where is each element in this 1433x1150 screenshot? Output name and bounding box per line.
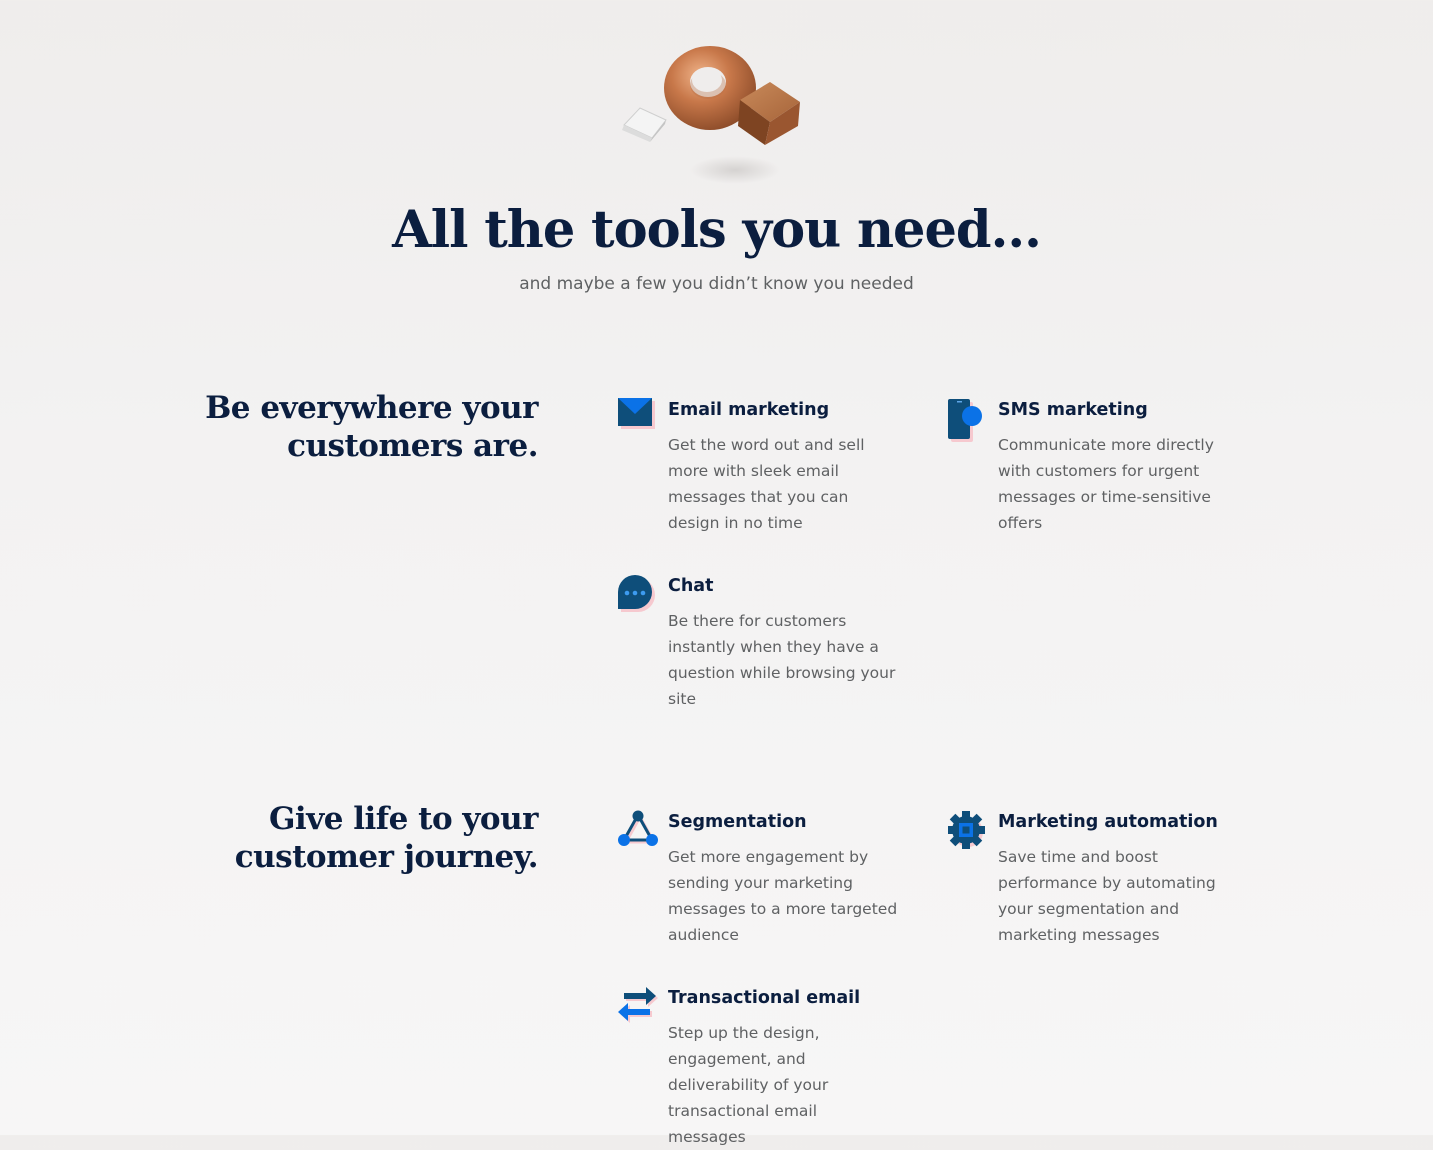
feature-title: Transactional email — [668, 988, 861, 1008]
feature-title: Marketing automation — [998, 812, 1218, 832]
page-subtitle: and maybe a few you didn’t know you need… — [519, 274, 914, 294]
segmentation-nodes-icon — [618, 810, 658, 846]
section-title-channels: Be everywhere your customers are. — [178, 389, 538, 465]
section-title-line: Give life to your — [268, 801, 539, 837]
hero-illustration — [622, 46, 800, 184]
feature-title: SMS marketing — [998, 400, 1148, 420]
feature-title: Chat — [668, 576, 714, 596]
feature-description: Communicate more directly with customers… — [998, 436, 1214, 532]
feature-description: Get more engagement by sending your mark… — [668, 848, 898, 944]
envelope-icon — [618, 398, 655, 429]
feature-title: Segmentation — [668, 812, 807, 832]
feature-description: Get the word out and sell more with slee… — [668, 436, 865, 532]
automation-gear-icon — [948, 811, 985, 849]
phone-message-icon — [948, 399, 982, 442]
feature-description: Step up the design, engagement, and deli… — [668, 1024, 829, 1146]
page-title: All the tools you need... — [392, 200, 1042, 260]
feature-description: Save time and boost performance by autom… — [998, 848, 1216, 944]
chat-bubble-icon — [618, 575, 655, 612]
transfer-arrows-icon — [618, 987, 658, 1023]
glass-cube-shape — [622, 107, 667, 142]
feature-description: Be there for customers instantly when th… — [668, 612, 896, 708]
feature-title: Email marketing — [668, 400, 830, 420]
section-title-line: customers are. — [287, 428, 538, 464]
section-title-journey: Give life to your customer journey. — [178, 800, 539, 876]
section-title-line: Be everywhere your — [205, 390, 538, 426]
section-title-line: customer journey. — [234, 839, 539, 875]
